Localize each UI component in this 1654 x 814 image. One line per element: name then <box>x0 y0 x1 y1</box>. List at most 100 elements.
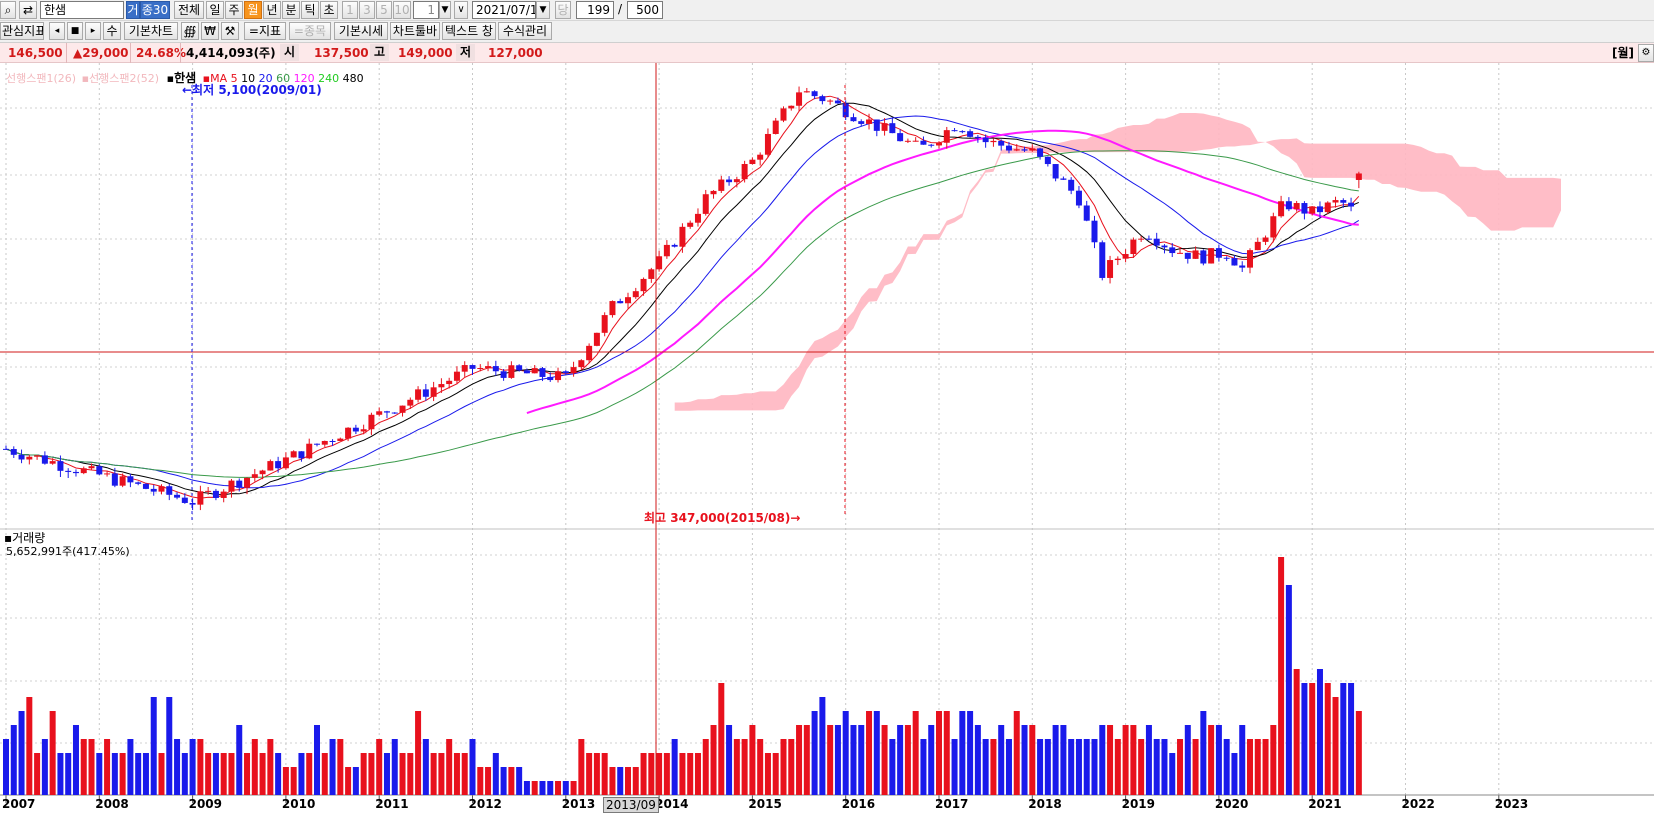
volume-bar <box>827 725 834 795</box>
candle <box>337 438 344 441</box>
candle <box>1068 179 1075 191</box>
candle <box>850 117 857 122</box>
candle <box>663 244 670 257</box>
volume-bar <box>1293 669 1300 795</box>
volume-bar <box>523 781 530 795</box>
volume-bar <box>811 711 818 795</box>
date-dropdown-icon[interactable]: ▼ <box>536 1 550 19</box>
period-day-button[interactable]: 일 <box>206 1 224 19</box>
total-field[interactable]: 500 <box>627 1 663 19</box>
formula-manager-button[interactable]: 수식관리 <box>498 22 552 40</box>
volume-bar <box>1278 557 1285 795</box>
scroll-left-button[interactable]: ◂ <box>49 22 65 40</box>
period-minute-button[interactable]: 분 <box>282 1 300 19</box>
volume-bar <box>834 725 841 795</box>
candle <box>1278 201 1285 217</box>
volume-bar <box>1145 725 1152 795</box>
dang-button[interactable]: 당 <box>555 1 571 19</box>
chevron-down-icon[interactable]: ∨ <box>454 1 468 19</box>
interval-5-button[interactable]: 5 <box>376 1 392 19</box>
interval-3-button[interactable]: 3 <box>359 1 375 19</box>
basic-chart-button[interactable]: 기본차트 <box>124 22 178 40</box>
candle <box>142 483 149 489</box>
text-window-button[interactable]: 텍스트 창 <box>442 22 496 40</box>
volume-bar <box>57 753 64 795</box>
volume-bar <box>3 739 9 795</box>
candle <box>26 456 33 460</box>
volume-bar <box>1114 739 1121 795</box>
x-tick-label: 2019 <box>1121 797 1155 811</box>
separator <box>130 43 131 63</box>
candle <box>1060 178 1067 180</box>
period-week-button[interactable]: 주 <box>225 1 243 19</box>
volume-bar <box>982 739 989 795</box>
candle <box>1301 203 1308 214</box>
candle <box>1293 203 1300 210</box>
stock30-button[interactable]: 종30 <box>140 1 170 19</box>
refresh-icon[interactable]: ⇄ <box>19 1 37 19</box>
chart-toolbar-button[interactable]: 차트툴바 <box>390 22 440 40</box>
candle-icon[interactable]: ∰ <box>181 22 199 40</box>
interval-dropdown-icon[interactable]: ▼ <box>439 1 451 19</box>
candle <box>212 490 219 498</box>
interval-field[interactable]: 1 <box>413 1 439 19</box>
period-second-button[interactable]: 초 <box>320 1 338 19</box>
modify-button[interactable]: 수 <box>103 22 121 40</box>
tools-icon[interactable]: ⚒ <box>221 22 239 40</box>
interval-1-button[interactable]: 1 <box>342 1 358 19</box>
period-year-button[interactable]: 년 <box>263 1 281 19</box>
search-icon[interactable]: ⌕ <box>0 1 16 19</box>
indicator-button[interactable]: =지표 <box>244 22 286 40</box>
volume-bar <box>998 725 1005 795</box>
period-month-button[interactable]: 월 <box>244 1 262 19</box>
candle <box>228 480 235 492</box>
volume-toggle-button[interactable]: 거 <box>126 1 140 19</box>
volume-bar <box>1301 683 1308 795</box>
candle <box>1099 242 1106 278</box>
volume-bar <box>609 767 616 795</box>
x-tick-label: 2015 <box>748 797 782 811</box>
volume-bar <box>72 725 79 795</box>
volume-bar <box>936 711 942 795</box>
volume-bar <box>866 711 873 795</box>
volume-bar <box>516 767 523 795</box>
volume-bar <box>1153 739 1160 795</box>
price-chart[interactable] <box>0 63 1654 814</box>
scroll-right-button[interactable]: ▸ <box>85 22 101 40</box>
volume-bar <box>694 753 701 795</box>
stock-button[interactable]: =종목 <box>289 22 331 40</box>
volume-bar <box>1262 739 1269 795</box>
candle <box>1223 257 1230 259</box>
scroll-stop-button[interactable]: ■ <box>67 22 83 40</box>
volume-bar <box>1029 725 1036 795</box>
won-icon[interactable]: ₩ <box>201 22 219 40</box>
period-tick-button[interactable]: 틱 <box>301 1 319 19</box>
watch-indicator-button[interactable]: 관심지표 <box>0 22 44 40</box>
candle <box>679 226 686 247</box>
stock-name-field[interactable]: 한샘 <box>40 1 124 19</box>
candle <box>749 159 756 165</box>
candle <box>119 476 126 486</box>
volume-bar <box>632 767 639 795</box>
candle <box>796 92 803 106</box>
candle <box>492 366 499 372</box>
volume-bar <box>1075 739 1082 795</box>
ma-line <box>5 150 1359 478</box>
candle <box>1145 238 1152 240</box>
volume-bar <box>166 697 173 795</box>
volume-bar <box>702 739 709 795</box>
volume-bar <box>663 753 670 795</box>
volume-bar <box>1052 725 1059 795</box>
settings-gear-icon[interactable]: ⚙ <box>1638 44 1654 62</box>
date-field[interactable]: 2021/07/14 <box>472 1 536 19</box>
volume-bar <box>819 697 826 795</box>
interval-10-button[interactable]: 10 <box>393 1 411 19</box>
count-field[interactable]: 199 <box>576 1 614 19</box>
volume-bar <box>127 739 134 795</box>
candle <box>391 412 398 414</box>
legend-ma480: 480 <box>342 72 364 85</box>
all-button[interactable]: 전체 <box>174 1 204 19</box>
basic-quote-button[interactable]: 기본시세 <box>334 22 388 40</box>
candle <box>1192 250 1199 259</box>
volume-bar <box>1223 739 1230 795</box>
